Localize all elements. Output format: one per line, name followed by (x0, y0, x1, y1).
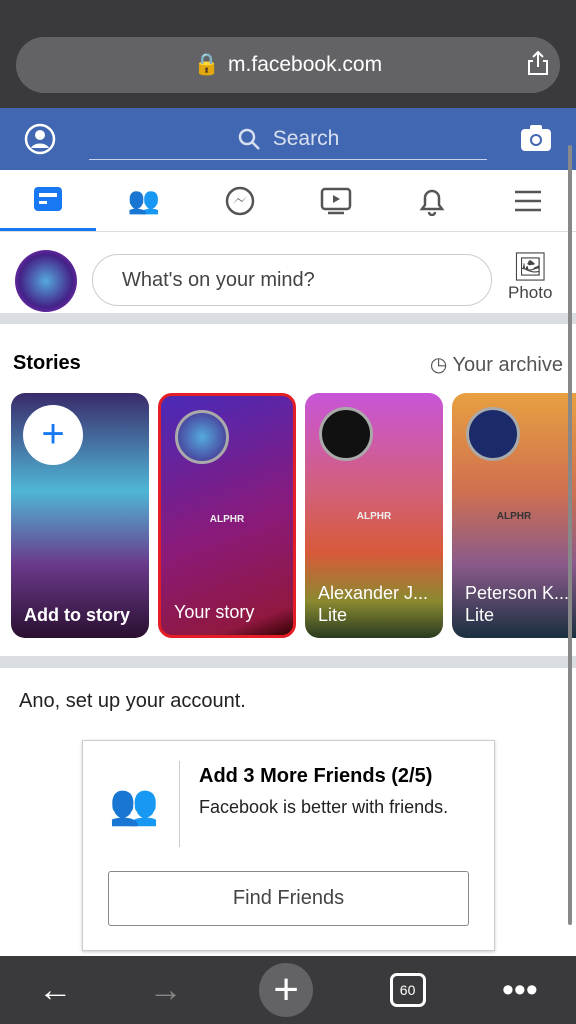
tab-notifications[interactable] (384, 170, 480, 231)
story-name: Your story (174, 602, 255, 622)
browser-top-bar: 🔒 m.facebook.com (0, 0, 576, 108)
tabs-button[interactable]: 60 (389, 973, 426, 1007)
add-story-plus-icon[interactable]: + (23, 405, 83, 465)
address-bar[interactable]: 🔒 m.facebook.com (16, 37, 560, 93)
video-icon (320, 187, 352, 214)
clock-icon: ◷ (429, 354, 448, 376)
photo-button[interactable]: 🖼 Photo (508, 250, 552, 303)
story-name: Peterson K... Lite (465, 583, 570, 625)
card-text: Facebook is better with friends. (199, 797, 449, 817)
add-friends-card: 👥 Add 3 More Friends (2/5) Facebook is b… (82, 740, 495, 951)
story-tag: ALPHR (209, 514, 245, 525)
camera-icon[interactable] (520, 124, 552, 152)
tab-news-feed[interactable] (0, 170, 96, 231)
composer: What's on your mind? 🖼 Photo (0, 232, 576, 324)
photo-icon: 🖼 (512, 251, 548, 282)
tab-friends[interactable]: 👥 (96, 170, 192, 231)
story-avatar (466, 407, 520, 461)
search-placeholder: Search (272, 126, 340, 150)
photo-label: Photo (508, 283, 553, 302)
status-input[interactable]: What's on your mind? (92, 254, 492, 306)
tab-messenger[interactable] (192, 170, 288, 231)
find-friends-button[interactable]: Find Friends (108, 871, 469, 926)
story-tag: ALPHR (356, 511, 392, 522)
add-friends-icon: 👥 (109, 783, 159, 827)
story-peterson[interactable]: ALPHR Peterson K... Lite (452, 393, 576, 638)
tab-menu[interactable] (480, 170, 576, 231)
more-icon[interactable]: ••• (502, 971, 538, 1010)
main-nav: 👥 (0, 170, 576, 232)
bell-icon (419, 189, 445, 216)
news-feed-icon (34, 187, 62, 211)
browser-toolbar: ← → + 60 ••• (0, 956, 576, 1024)
messenger-icon (225, 186, 255, 215)
archive-label: Your archive (452, 354, 563, 376)
divider (0, 656, 576, 668)
facebook-header: Search (0, 108, 576, 170)
story-alexander[interactable]: ALPHR Alexander J... Lite (305, 393, 443, 638)
story-tag: ALPHR (496, 511, 532, 522)
search-icon (238, 128, 260, 150)
card-title: Add 3 More Friends (2/5) (199, 765, 433, 787)
story-name: Add to story (24, 605, 130, 625)
url-text: m.facebook.com (228, 53, 383, 76)
tab-watch[interactable] (288, 170, 384, 231)
menu-icon (515, 190, 541, 211)
setup-title: Ano, set up your account. (19, 690, 246, 712)
profile-icon[interactable] (24, 123, 56, 155)
forward-icon[interactable]: → (149, 971, 183, 1010)
search-input[interactable]: Search (89, 118, 487, 160)
stories-title: Stories (13, 352, 81, 374)
archive-link[interactable]: ◷ Your archive (430, 352, 563, 377)
share-icon[interactable] (526, 50, 550, 76)
friends-icon: 👥 (127, 185, 161, 215)
scrollbar[interactable] (568, 145, 572, 925)
lock-icon: 🔒 (193, 53, 221, 76)
avatar[interactable] (15, 250, 77, 312)
story-avatar (319, 407, 373, 461)
story-name: Alexander J... Lite (318, 583, 429, 625)
story-your[interactable]: ALPHR Your story (158, 393, 296, 638)
back-icon[interactable]: ← (38, 971, 72, 1010)
new-tab-button[interactable]: + (259, 963, 314, 1017)
story-avatar (175, 410, 229, 464)
story-add[interactable]: + Add to story (11, 393, 149, 638)
